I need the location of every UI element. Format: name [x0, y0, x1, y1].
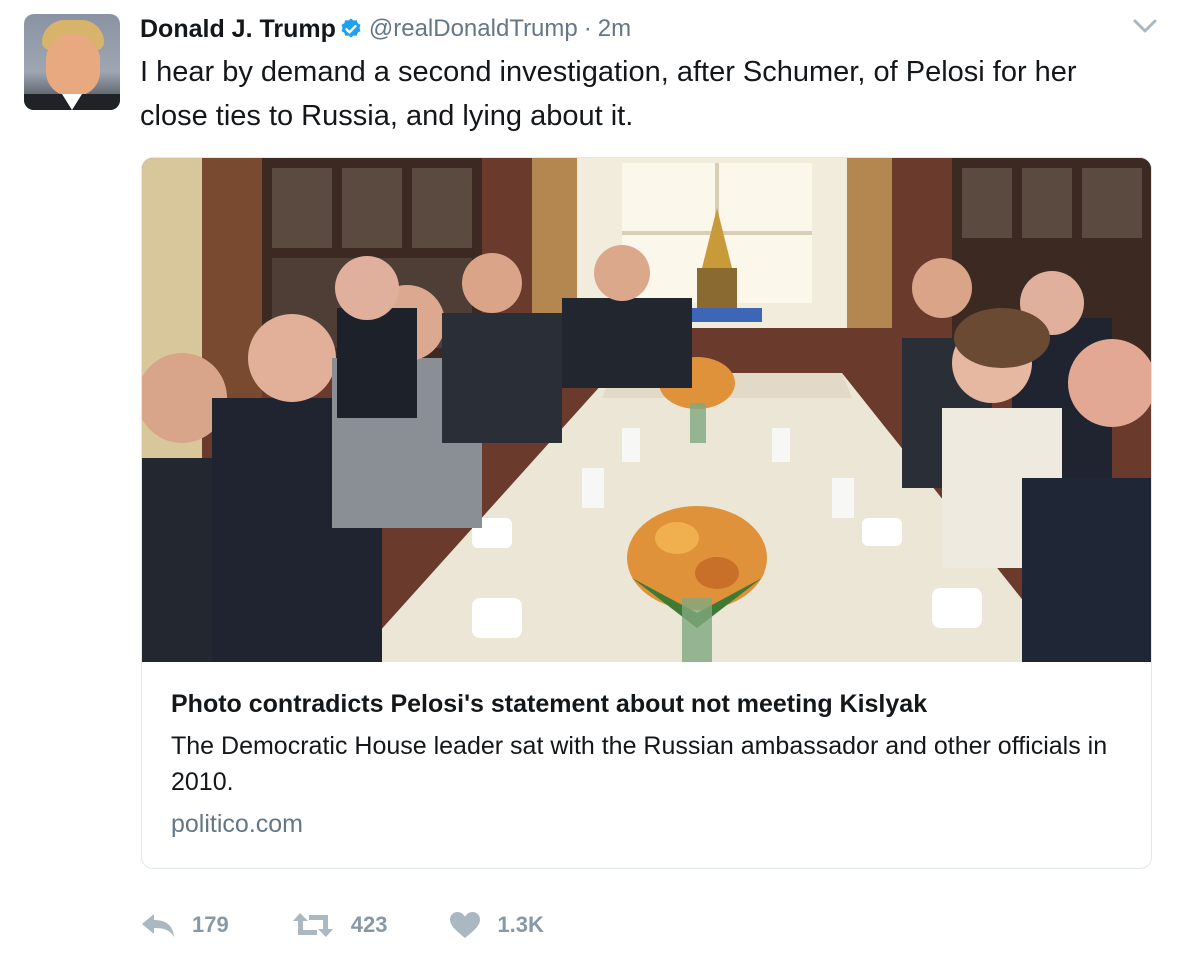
tweet-header: Donald J. Trump @realDonaldTrump · 2m	[140, 12, 631, 46]
reply-button[interactable]: 179	[140, 911, 229, 939]
avatar-face	[46, 34, 100, 96]
like-count: 1.3K	[497, 912, 544, 937]
retweet-button[interactable]: 423	[291, 911, 388, 939]
retweet-icon	[292, 913, 333, 937]
reply-count: 179	[192, 912, 229, 937]
tweet-actions: 179 423 1.3K	[140, 905, 606, 945]
card-body: Photo contradicts Pelosi's statement abo…	[171, 688, 1121, 839]
retweet-count: 423	[350, 912, 388, 937]
card-photo[interactable]	[142, 158, 1151, 662]
reply-icon	[142, 914, 174, 937]
separator-dot: ·	[583, 15, 592, 42]
tweet-text: I hear by demand a second investigation,…	[140, 56, 1077, 132]
link-card[interactable]: Photo contradicts Pelosi's statement abo…	[141, 157, 1152, 869]
card-domain: politico.com	[171, 810, 303, 838]
card-title[interactable]: Photo contradicts Pelosi's statement abo…	[171, 688, 1121, 720]
chevron-down-icon[interactable]	[1130, 14, 1160, 38]
verified-badge-icon	[341, 18, 361, 38]
timestamp[interactable]: 2m	[598, 15, 631, 43]
display-name[interactable]: Donald J. Trump	[140, 15, 336, 44]
avatar[interactable]	[24, 14, 120, 110]
card-description: The Democratic House leader sat with the…	[171, 732, 1108, 796]
like-button[interactable]: 1.3K	[449, 911, 544, 939]
heart-icon	[450, 912, 481, 938]
user-handle[interactable]: @realDonaldTrump	[369, 15, 578, 43]
